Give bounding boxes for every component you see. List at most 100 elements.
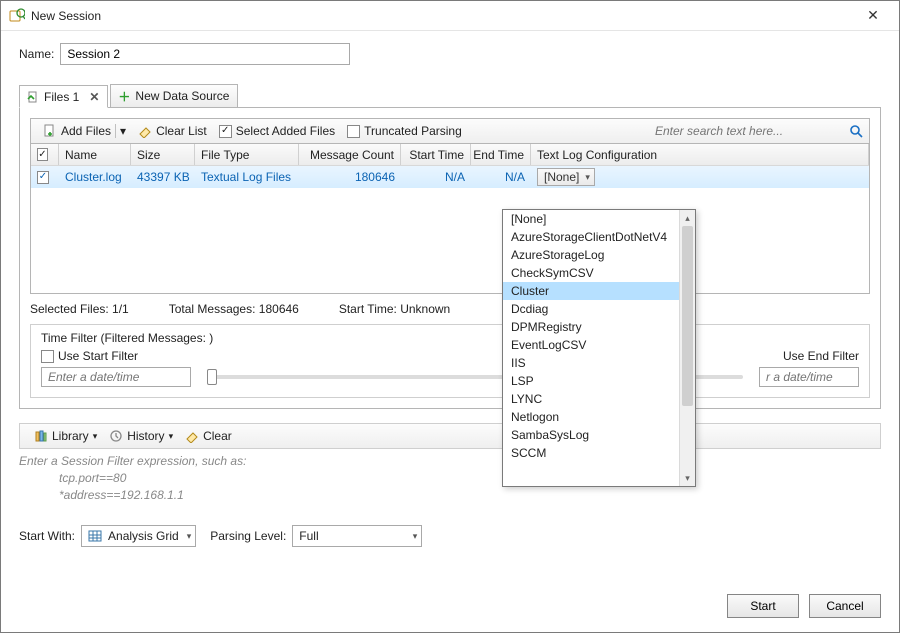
window-title: New Session bbox=[31, 9, 853, 23]
dropdown-option[interactable]: EventLogCSV bbox=[503, 336, 679, 354]
scroll-down-icon[interactable]: ▾ bbox=[680, 470, 695, 486]
tabstrip: Files 1 ✕ ＋ New Data Source bbox=[19, 83, 881, 107]
truncated-parsing-checkbox[interactable]: Truncated Parsing bbox=[347, 124, 462, 138]
history-icon bbox=[109, 429, 123, 443]
chevron-down-icon: ▾ bbox=[169, 431, 174, 442]
chevron-down-icon: ▾ bbox=[585, 172, 590, 183]
text-log-config-dropdown-list[interactable]: [None]AzureStorageClientDotNetV4AzureSto… bbox=[502, 209, 696, 487]
row-name: Cluster.log bbox=[59, 166, 131, 188]
tab-close-icon[interactable]: ✕ bbox=[89, 90, 99, 104]
dropdown-option[interactable]: AzureStorageLog bbox=[503, 246, 679, 264]
clear-filter-button[interactable]: Clear bbox=[179, 425, 238, 447]
parsing-level-combo[interactable]: Full ▾ bbox=[292, 525, 422, 547]
dropdown-option[interactable]: LYNC bbox=[503, 390, 679, 408]
select-added-checkbox[interactable]: ✓ Select Added Files bbox=[219, 124, 335, 138]
dropdown-option[interactable]: Cluster bbox=[503, 282, 679, 300]
cancel-button[interactable]: Cancel bbox=[809, 594, 881, 618]
tab-new-data-source[interactable]: ＋ New Data Source bbox=[110, 84, 238, 107]
dropdown-option[interactable]: SCCM bbox=[503, 444, 679, 462]
filter-toolbar: Library ▾ History ▾ Clear bbox=[19, 423, 881, 449]
dropdown-option[interactable]: SambaSysLog bbox=[503, 426, 679, 444]
dropdown-option[interactable]: CheckSymCSV bbox=[503, 264, 679, 282]
eraser-icon bbox=[185, 429, 199, 443]
search-icon[interactable] bbox=[849, 124, 863, 138]
scroll-up-icon[interactable]: ▴ bbox=[680, 210, 695, 226]
dropdown-option[interactable]: Netlogon bbox=[503, 408, 679, 426]
name-row: Name: bbox=[19, 43, 881, 65]
scroll-thumb[interactable] bbox=[682, 226, 693, 406]
truncated-label: Truncated Parsing bbox=[364, 124, 462, 138]
end-date-input[interactable] bbox=[759, 367, 859, 387]
files-panel: Add Files ▾ Clear List ✓ Select Added Fi… bbox=[19, 107, 881, 409]
library-icon bbox=[34, 429, 48, 443]
col-textlog[interactable]: Text Log Configuration bbox=[531, 144, 869, 165]
add-files-icon bbox=[43, 124, 57, 138]
chevron-down-icon: ▾ bbox=[187, 531, 192, 542]
parsing-level-label: Parsing Level: bbox=[210, 529, 286, 543]
dropdown-option[interactable]: Dcdiag bbox=[503, 300, 679, 318]
grid-header: ✓ Name Size File Type Message Count Star… bbox=[31, 144, 869, 166]
checkbox-empty-icon bbox=[347, 125, 360, 138]
start-with-combo[interactable]: Analysis Grid ▾ bbox=[81, 525, 196, 547]
grid-blank bbox=[31, 188, 869, 293]
row-checkbox[interactable]: ✓ bbox=[37, 171, 49, 184]
dropdown-option[interactable]: AzureStorageClientDotNetV4 bbox=[503, 228, 679, 246]
table-row[interactable]: ✓ Cluster.log 43397 KB Textual Log Files… bbox=[31, 166, 869, 188]
footer: Start Cancel bbox=[19, 594, 881, 618]
use-end-filter-checkbox[interactable]: Use End Filter bbox=[783, 349, 859, 363]
checkbox-empty-icon bbox=[41, 350, 54, 363]
start-time-summary: Start Time: Unknown bbox=[339, 302, 450, 316]
col-endtime[interactable]: End Time bbox=[471, 144, 531, 165]
session-name-input[interactable] bbox=[60, 43, 350, 65]
add-files-caret[interactable]: ▾ bbox=[115, 124, 126, 138]
start-button[interactable]: Start bbox=[727, 594, 799, 618]
col-name[interactable]: Name bbox=[59, 144, 131, 165]
row-starttime: N/A bbox=[401, 166, 471, 188]
filter-hints: Enter a Session Filter expression, such … bbox=[19, 453, 881, 503]
tab-files[interactable]: Files 1 ✕ bbox=[19, 85, 108, 108]
col-filetype[interactable]: File Type bbox=[195, 144, 299, 165]
col-msgcount[interactable]: Message Count bbox=[299, 144, 401, 165]
col-starttime[interactable]: Start Time bbox=[401, 144, 471, 165]
dropdown-option[interactable]: LSP bbox=[503, 372, 679, 390]
start-date-input[interactable] bbox=[41, 367, 191, 387]
files-grid: ✓ Name Size File Type Message Count Star… bbox=[30, 144, 870, 294]
add-files-button[interactable]: Add Files ▾ bbox=[37, 120, 132, 142]
col-size[interactable]: Size bbox=[131, 144, 195, 165]
time-filter-title: Time Filter (Filtered Messages: ) bbox=[41, 331, 859, 345]
select-all-checkbox[interactable]: ✓ bbox=[37, 148, 48, 161]
new-session-window: New Session ✕ Name: Files 1 ✕ ＋ New Data… bbox=[0, 0, 900, 633]
history-button[interactable]: History ▾ bbox=[103, 425, 179, 447]
chevron-down-icon: ▾ bbox=[413, 531, 418, 542]
use-start-filter-checkbox[interactable]: Use Start Filter bbox=[41, 349, 138, 363]
clear-list-button[interactable]: Clear List bbox=[132, 120, 213, 142]
row-size: 43397 KB bbox=[131, 166, 195, 188]
start-with-row: Start With: Analysis Grid ▾ Parsing Leve… bbox=[19, 525, 881, 547]
dropdown-selected: [None] bbox=[544, 170, 579, 184]
plus-icon: ＋ bbox=[117, 89, 131, 103]
tab-newds-label: New Data Source bbox=[135, 89, 229, 103]
text-log-config-dropdown[interactable]: [None] ▾ bbox=[537, 168, 595, 186]
add-files-label: Add Files bbox=[61, 124, 111, 138]
start-with-label: Start With: bbox=[19, 529, 75, 543]
files-toolbar: Add Files ▾ Clear List ✓ Select Added Fi… bbox=[30, 118, 870, 144]
check-icon: ✓ bbox=[219, 125, 232, 138]
tab-files-label: Files 1 bbox=[44, 90, 79, 104]
close-button[interactable]: ✕ bbox=[853, 7, 893, 24]
summary-bar: Selected Files: 1/1 Total Messages: 1806… bbox=[30, 302, 870, 316]
clear-list-label: Clear List bbox=[156, 124, 207, 138]
library-button[interactable]: Library ▾ bbox=[28, 425, 103, 447]
search-input[interactable] bbox=[653, 123, 843, 139]
scrollbar[interactable]: ▴ ▾ bbox=[679, 210, 695, 486]
row-endtime: N/A bbox=[471, 166, 531, 188]
eraser-icon bbox=[138, 124, 152, 138]
row-filetype: Textual Log Files bbox=[195, 166, 299, 188]
dropdown-option[interactable]: DPMRegistry bbox=[503, 318, 679, 336]
chevron-down-icon: ▾ bbox=[93, 431, 98, 442]
time-filter-group: Time Filter (Filtered Messages: ) Use St… bbox=[30, 324, 870, 398]
slider-thumb-start[interactable] bbox=[207, 369, 217, 385]
dropdown-option[interactable]: [None] bbox=[503, 210, 679, 228]
app-icon bbox=[9, 8, 25, 24]
select-added-label: Select Added Files bbox=[236, 124, 335, 138]
dropdown-option[interactable]: IIS bbox=[503, 354, 679, 372]
